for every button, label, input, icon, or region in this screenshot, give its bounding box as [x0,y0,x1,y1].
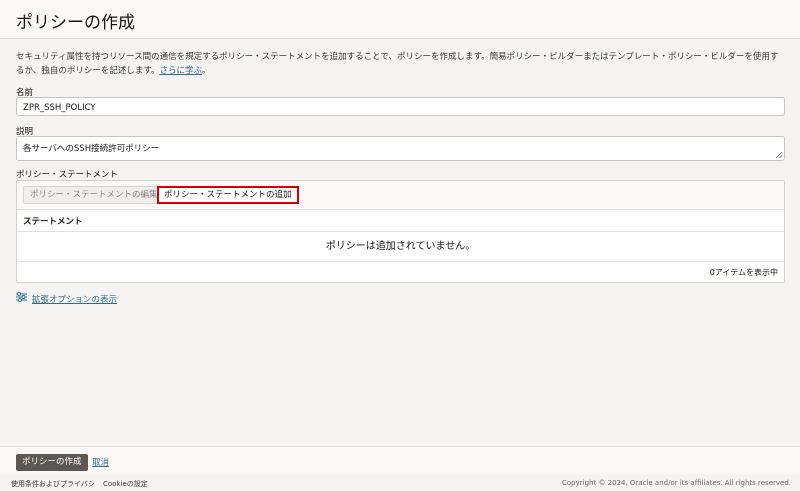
cookie-settings-link[interactable]: Cookieの設定 [103,479,148,489]
main-content: セキュリティ属性を持つリソース間の通信を規定するポリシー・ステートメントを追加す… [0,39,800,446]
terms-privacy-link[interactable]: 使用条件およびプライバシ [11,479,95,489]
empty-message: ポリシーは追加されていません。 [17,232,784,262]
statements-panel: ポリシー・ステートメントの編集 ポリシー・ステートメントの追加 ステートメント … [16,180,785,283]
copyright-text: Copyright © 2024, Oracle and/or its affi… [562,479,791,487]
page-header: ポリシーの作成 [0,0,800,39]
advanced-options-label: 拡張オプションの表示 [32,294,118,305]
intro-period: 。 [202,66,211,76]
statements-section-label: ポリシー・ステートメント [16,170,119,180]
show-advanced-options-link[interactable]: 拡張オプションの表示 [16,292,117,305]
statement-column-header: ステートメント [17,210,784,232]
action-bar: ポリシーの作成 取消 [0,446,800,474]
legal-footer: 使用条件およびプライバシ Cookieの設定 Copyright © 2024,… [0,474,800,491]
resize-handle[interactable] [776,152,782,158]
learn-more-link[interactable]: さらに学ぶ [159,66,202,76]
cancel-link[interactable]: 取消 [92,456,109,468]
sliders-icon [16,292,27,305]
statements-toolbar: ポリシー・ステートメントの編集 ポリシー・ステートメントの追加 [17,181,784,210]
item-count: 0アイテムを表示中 [709,268,778,277]
edit-statements-button: ポリシー・ステートメントの編集 [23,186,165,204]
name-field[interactable]: ZPR_SSH_POLICY [16,97,785,116]
description-field[interactable]: 各サーバへのSSH接続許可ポリシー [16,136,785,161]
description-value: 各サーバへのSSH接続許可ポリシー [23,144,160,154]
add-statement-button[interactable]: ポリシー・ステートメントの追加 [157,186,299,204]
page-title: ポリシーの作成 [16,13,135,33]
intro-description: セキュリティ属性を持つリソース間の通信を規定するポリシー・ステートメントを追加す… [16,50,786,78]
name-value: ZPR_SSH_POLICY [23,103,96,113]
create-policy-button[interactable]: ポリシーの作成 [16,454,88,471]
intro-text: セキュリティ属性を持つリソース間の通信を規定するポリシー・ステートメントを追加す… [16,52,779,76]
